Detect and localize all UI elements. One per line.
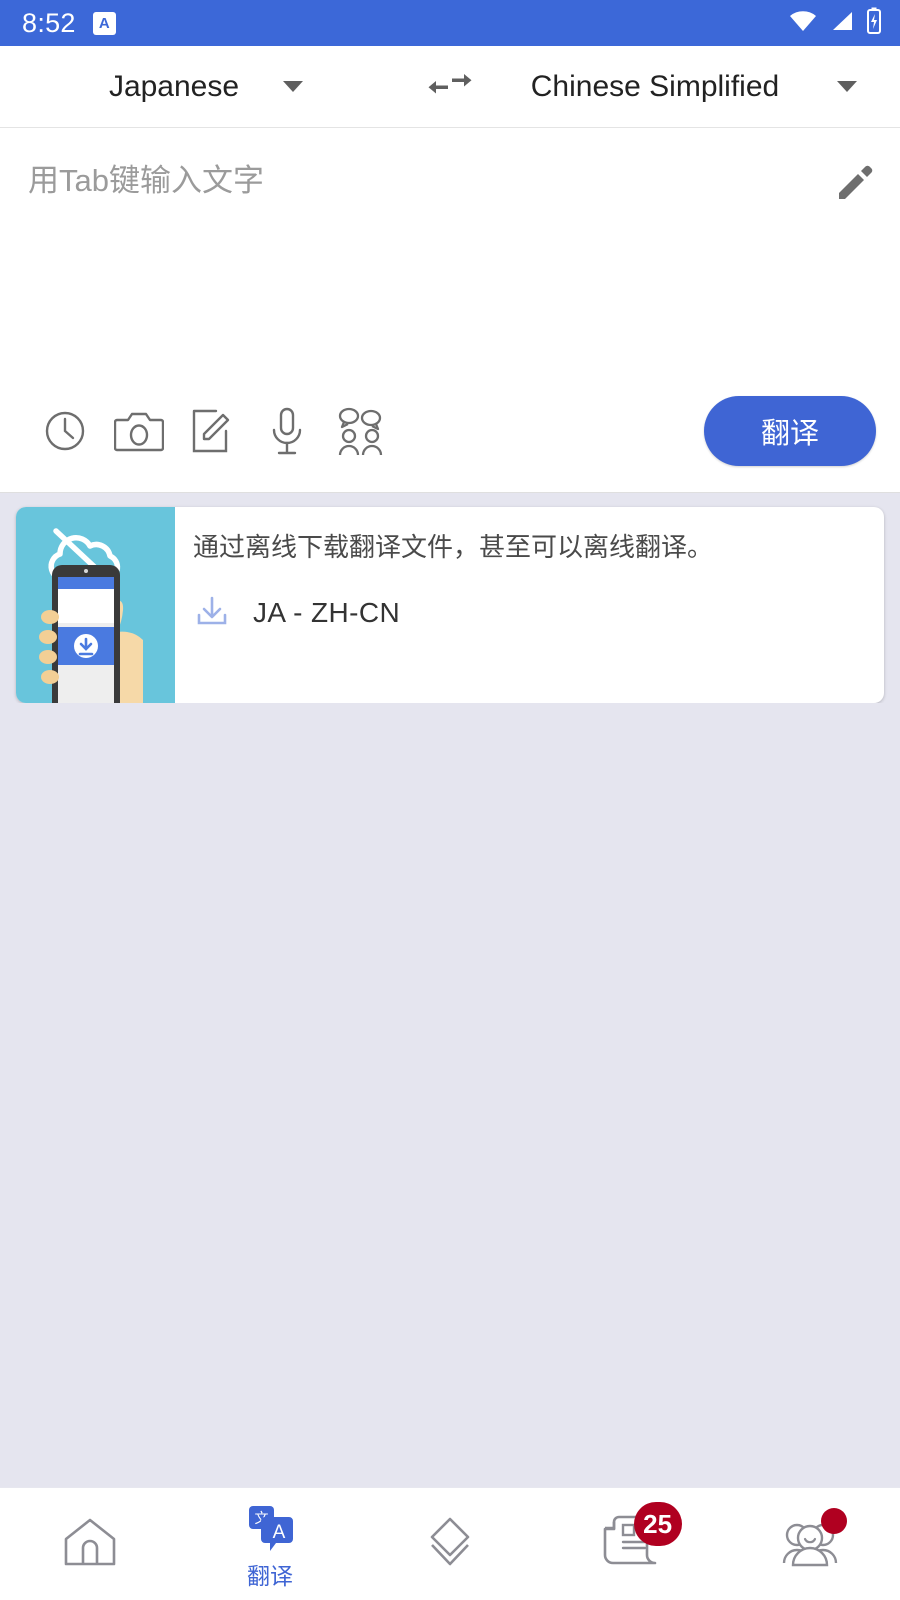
- text-input-row[interactable]: 用Tab键输入文字: [0, 128, 900, 209]
- microphone-icon[interactable]: [250, 401, 324, 461]
- wifi-icon: [788, 9, 818, 38]
- translate-bubbles-icon: 文 A: [241, 1502, 299, 1561]
- input-tools-row: 翻译: [0, 396, 900, 492]
- target-language-label: Chinese Simplified: [530, 69, 780, 103]
- offline-promo-body: 通过离线下载翻译文件，甚至可以离线翻译。 JA - ZH-CN: [175, 507, 884, 703]
- page-background: [0, 703, 900, 1487]
- svg-text:A: A: [273, 1522, 286, 1543]
- swap-horizontal-icon: [428, 67, 472, 106]
- swap-languages-button[interactable]: [412, 46, 488, 127]
- bottom-navigation-bar: 文 A 翻译 25: [0, 1487, 900, 1600]
- source-text-input[interactable]: 用Tab键输入文字: [28, 158, 834, 199]
- history-icon[interactable]: [28, 401, 102, 461]
- battery-charging-icon: [866, 7, 882, 40]
- conversation-icon[interactable]: [324, 401, 398, 461]
- pencil-icon[interactable]: [834, 162, 876, 209]
- community-badge-dot: [820, 1508, 847, 1534]
- chevron-down-icon: [283, 81, 304, 92]
- language-selector-bar: Japanese Chinese Simplified: [0, 46, 900, 128]
- download-icon: [193, 592, 231, 635]
- offline-download-label: JA - ZH-CN: [253, 597, 401, 628]
- home-iconbox: [50, 1513, 130, 1575]
- nav-item-community[interactable]: [720, 1488, 900, 1600]
- app-notification-icon: A: [92, 11, 116, 35]
- signal-icon: [829, 9, 855, 38]
- app-screen: 8:52 A Japanese Chinese Simplified 用Tab键…: [0, 0, 900, 1600]
- status-bar: 8:52 A: [0, 0, 900, 46]
- handwriting-icon[interactable]: [176, 401, 250, 461]
- offline-download-row[interactable]: JA - ZH-CN: [193, 592, 864, 635]
- camera-icon[interactable]: [102, 401, 176, 461]
- layers-iconbox: [410, 1513, 490, 1575]
- nav-item-translate-label: 翻译: [247, 1562, 293, 1589]
- translation-input-card: 用Tab键输入文字 翻译: [0, 128, 900, 493]
- phone-download-illustration: [16, 507, 175, 703]
- diamond-layers-icon: [421, 1515, 479, 1574]
- nav-item-home[interactable]: [0, 1488, 180, 1600]
- translate-iconbox: 文 A: [230, 1501, 310, 1563]
- source-language-button[interactable]: Japanese: [0, 46, 412, 127]
- offline-promo-card[interactable]: 通过离线下载翻译文件，甚至可以离线翻译。 JA - ZH-CN: [16, 507, 884, 703]
- offline-promo-message: 通过离线下载翻译文件，甚至可以离线翻译。: [193, 532, 714, 562]
- status-bar-clock: 8:52: [22, 7, 76, 38]
- target-language-button[interactable]: Chinese Simplified: [488, 46, 900, 127]
- translate-button[interactable]: 翻译: [704, 396, 876, 466]
- chevron-down-icon: [837, 81, 858, 92]
- news-badge-count: 25: [633, 1502, 682, 1546]
- nav-item-news[interactable]: 25: [540, 1488, 720, 1600]
- status-bar-indicators: [788, 7, 882, 40]
- nav-item-layers[interactable]: [360, 1488, 540, 1600]
- source-language-label: Japanese: [108, 69, 240, 103]
- nav-item-translate[interactable]: 文 A 翻译: [180, 1488, 360, 1600]
- offline-promo-wrapper: 通过离线下载翻译文件，甚至可以离线翻译。 JA - ZH-CN: [0, 493, 900, 703]
- home-icon: [61, 1515, 119, 1574]
